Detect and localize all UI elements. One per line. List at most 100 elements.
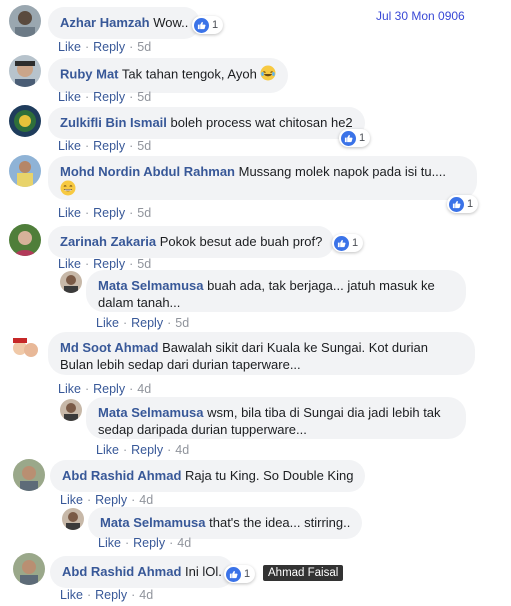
comment-bubble: Abd Rashid Ahmad Ini lOl.	[50, 556, 234, 588]
comment-text: Pokok besut ade buah prof?	[159, 234, 323, 249]
like-link[interactable]: Like	[58, 206, 81, 220]
reaction-count[interactable]: 1	[332, 234, 364, 252]
comment-text: buah ada, tak berjaga... jatuh masuk ke	[207, 278, 435, 293]
timestamp-overlay: Jul 30 Mon 0906	[376, 9, 465, 23]
comment-actions: Like · Reply · 5d	[58, 40, 152, 54]
comment-text: Bulan lebih sedap dari durian taperware.…	[60, 357, 301, 372]
like-link[interactable]: Like	[96, 316, 119, 330]
reply-link[interactable]: Reply	[131, 316, 163, 330]
like-reaction-icon	[341, 130, 356, 146]
reaction-count[interactable]: 1	[192, 16, 224, 34]
comment-avatar[interactable]	[13, 459, 45, 491]
like-link[interactable]: Like	[96, 443, 119, 457]
laughing-crying-emoji-icon	[260, 65, 276, 85]
comment-text: sedap daripada durian tupperware...	[98, 422, 307, 437]
comment-text: boleh process wat chitosan he2	[170, 115, 353, 130]
like-reaction-icon	[334, 235, 349, 251]
comment-time[interactable]: 4d	[137, 382, 151, 396]
comment-author[interactable]: Azhar Hamzah	[60, 15, 150, 30]
like-link[interactable]: Like	[60, 588, 83, 602]
reply-link[interactable]: Reply	[93, 382, 125, 396]
comment-actions: Like · Reply · 4d	[60, 588, 154, 602]
like-reaction-icon	[449, 196, 464, 212]
reply-avatar[interactable]	[60, 399, 82, 421]
comment-author[interactable]: Ruby Mat	[60, 66, 119, 81]
reply-link[interactable]: Reply	[93, 257, 125, 271]
comment-time[interactable]: 5d	[137, 90, 151, 104]
comment-text: Raja tu King. So Double King	[185, 468, 354, 483]
grinning-emoji-icon	[60, 180, 76, 200]
comment-time[interactable]: 4d	[177, 536, 191, 550]
comment-author[interactable]: Mata Selmamusa	[100, 515, 206, 530]
like-reaction-icon	[226, 566, 241, 582]
comment-avatar[interactable]	[9, 224, 41, 256]
reply-bubble: Mata Selmamusa that's the idea... stirri…	[88, 507, 363, 539]
comment-author[interactable]: Mata Selmamusa	[98, 278, 204, 293]
reaction-tooltip: Ahmad Faisal	[263, 565, 344, 581]
like-link[interactable]: Like	[58, 257, 81, 271]
comment-text: Bawalah sikit dari Kuala ke Sungai. Kot …	[162, 340, 429, 355]
comment-avatar[interactable]	[9, 5, 41, 37]
like-link[interactable]: Like	[98, 536, 121, 550]
comment-avatar[interactable]	[9, 55, 41, 87]
comment-time[interactable]: 5d	[137, 206, 151, 220]
comment-text: Ini lOl.	[185, 564, 222, 579]
comment-time[interactable]: 5d	[137, 257, 151, 271]
like-link[interactable]: Like	[60, 493, 83, 507]
reaction-count[interactable]: 1	[224, 565, 256, 583]
comment-author[interactable]: Abd Rashid Ahmad	[62, 468, 181, 483]
reply-link[interactable]: Reply	[93, 90, 125, 104]
comment-actions: Like · Reply · 5d	[58, 139, 152, 153]
comment-actions: Like · Reply · 4d	[60, 493, 154, 507]
comment-time[interactable]: 5d	[137, 40, 151, 54]
comment-bubble: Zarinah Zakaria Pokok besut ade buah pro…	[48, 226, 335, 258]
comment-actions: Like · Reply · 5d	[58, 257, 152, 271]
comment-bubble: Mohd Nordin Abdul Rahman Mussang molek n…	[48, 156, 477, 200]
reaction-count[interactable]: 1	[447, 195, 479, 213]
comment-actions: Like · Reply · 4d	[58, 382, 152, 396]
comment-text: Wow..	[153, 15, 189, 30]
comment-author[interactable]: Mohd Nordin Abdul Rahman	[60, 164, 235, 179]
comment-author[interactable]: Mata Selmamusa	[98, 405, 204, 420]
comment-bubble: Abd Rashid Ahmad Raja tu King. So Double…	[50, 460, 366, 492]
like-link[interactable]: Like	[58, 382, 81, 396]
comment-actions: Like · Reply · 5d	[96, 316, 190, 330]
comment-author[interactable]: Zulkifli Bin Ismail	[60, 115, 167, 130]
comment-time[interactable]: 4d	[139, 493, 153, 507]
reply-avatar[interactable]	[60, 271, 82, 293]
comment-text: dalam tanah...	[98, 295, 181, 310]
reply-link[interactable]: Reply	[95, 493, 127, 507]
comment-time[interactable]: 5d	[137, 139, 151, 153]
comment-avatar[interactable]	[13, 553, 45, 585]
reply-link[interactable]: Reply	[95, 588, 127, 602]
reply-link[interactable]: Reply	[93, 206, 125, 220]
comment-avatar[interactable]	[9, 332, 41, 364]
comment-bubble: Ruby Mat Tak tahan tengok, Ayoh	[48, 58, 289, 93]
comment-author[interactable]: Md Soot Ahmad	[60, 340, 158, 355]
comment-bubble: Zulkifli Bin Ismail boleh process wat ch…	[48, 107, 365, 139]
like-reaction-icon	[194, 17, 209, 33]
comment-author[interactable]: Abd Rashid Ahmad	[62, 564, 181, 579]
comment-time[interactable]: 4d	[139, 588, 153, 602]
comment-actions: Like · Reply · 5d	[58, 90, 152, 104]
comment-text: that's the idea... stirring..	[209, 515, 351, 530]
reply-link[interactable]: Reply	[93, 139, 125, 153]
like-link[interactable]: Like	[58, 90, 81, 104]
reply-bubble: Mata Selmamusa buah ada, tak berjaga... …	[86, 270, 466, 312]
comment-actions: Like · Reply · 5d	[58, 206, 152, 220]
comment-author[interactable]: Zarinah Zakaria	[60, 234, 156, 249]
reaction-count[interactable]: 1	[339, 129, 371, 147]
reply-link[interactable]: Reply	[93, 40, 125, 54]
like-link[interactable]: Like	[58, 40, 81, 54]
comment-time[interactable]: 5d	[175, 316, 189, 330]
like-link[interactable]: Like	[58, 139, 81, 153]
comment-bubble: Md Soot Ahmad Bawalah sikit dari Kuala k…	[48, 332, 475, 375]
comment-actions: Like · Reply · 4d	[98, 536, 192, 550]
reply-link[interactable]: Reply	[133, 536, 165, 550]
comment-avatar[interactable]	[9, 155, 41, 187]
reply-avatar[interactable]	[62, 508, 84, 530]
comment-time[interactable]: 4d	[175, 443, 189, 457]
comment-avatar[interactable]	[9, 105, 41, 137]
comment-text: Mussang molek napok pada isi tu....	[238, 164, 447, 179]
reply-link[interactable]: Reply	[131, 443, 163, 457]
